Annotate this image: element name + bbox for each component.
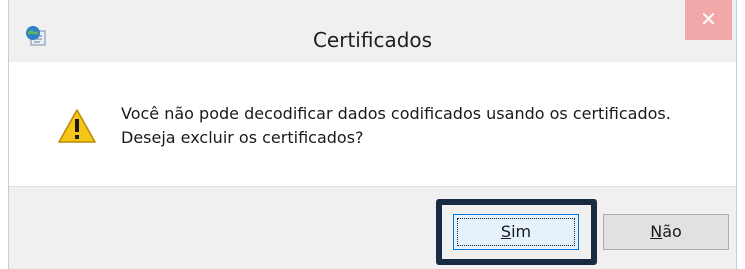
warning-icon — [58, 109, 96, 143]
dialog-window: Certificados ✕ Você não pode decodificar… — [8, 0, 737, 269]
message-area: Você não pode decodificar dados codifica… — [9, 62, 736, 186]
no-accelerator: N — [650, 222, 663, 241]
close-button[interactable]: ✕ — [685, 0, 732, 40]
message-line-2: Deseja excluir os certificados? — [121, 128, 364, 147]
window-title: Certificados — [312, 28, 433, 52]
yes-button[interactable]: Sim — [453, 214, 579, 250]
focus-dotted-outline — [457, 218, 575, 246]
no-button[interactable]: Não — [603, 214, 729, 250]
title-bar[interactable]: Certificados ✕ — [9, 0, 736, 62]
message-line-1: Você não pode decodificar dados codifica… — [121, 104, 671, 123]
button-bar: Sim Não — [9, 186, 736, 269]
close-icon: ✕ — [700, 7, 717, 31]
dialog-message: Você não pode decodificar dados codifica… — [121, 102, 671, 150]
no-label: ão — [662, 222, 682, 241]
